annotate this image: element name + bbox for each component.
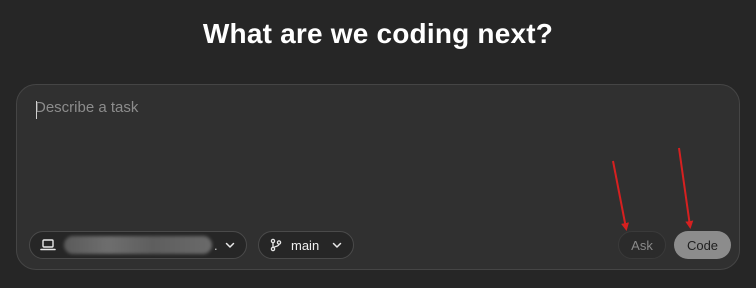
redacted-environment-name (64, 236, 212, 254)
git-branch-icon (269, 238, 283, 252)
environment-label-suffix: . (214, 237, 218, 253)
ask-button[interactable]: Ask (618, 231, 666, 259)
environment-selector[interactable]: . (29, 231, 247, 259)
code-button[interactable]: Code (674, 231, 731, 259)
text-caret (36, 101, 37, 119)
page-title: What are we coding next? (202, 18, 554, 49)
branch-selector[interactable]: main (258, 231, 354, 259)
chevron-down-icon (224, 239, 236, 251)
task-composer[interactable]: . main Ask Code (16, 84, 740, 270)
branch-label: main (291, 237, 320, 253)
laptop-icon (40, 238, 56, 252)
chevron-down-icon (331, 239, 343, 251)
task-input[interactable] (35, 99, 715, 219)
